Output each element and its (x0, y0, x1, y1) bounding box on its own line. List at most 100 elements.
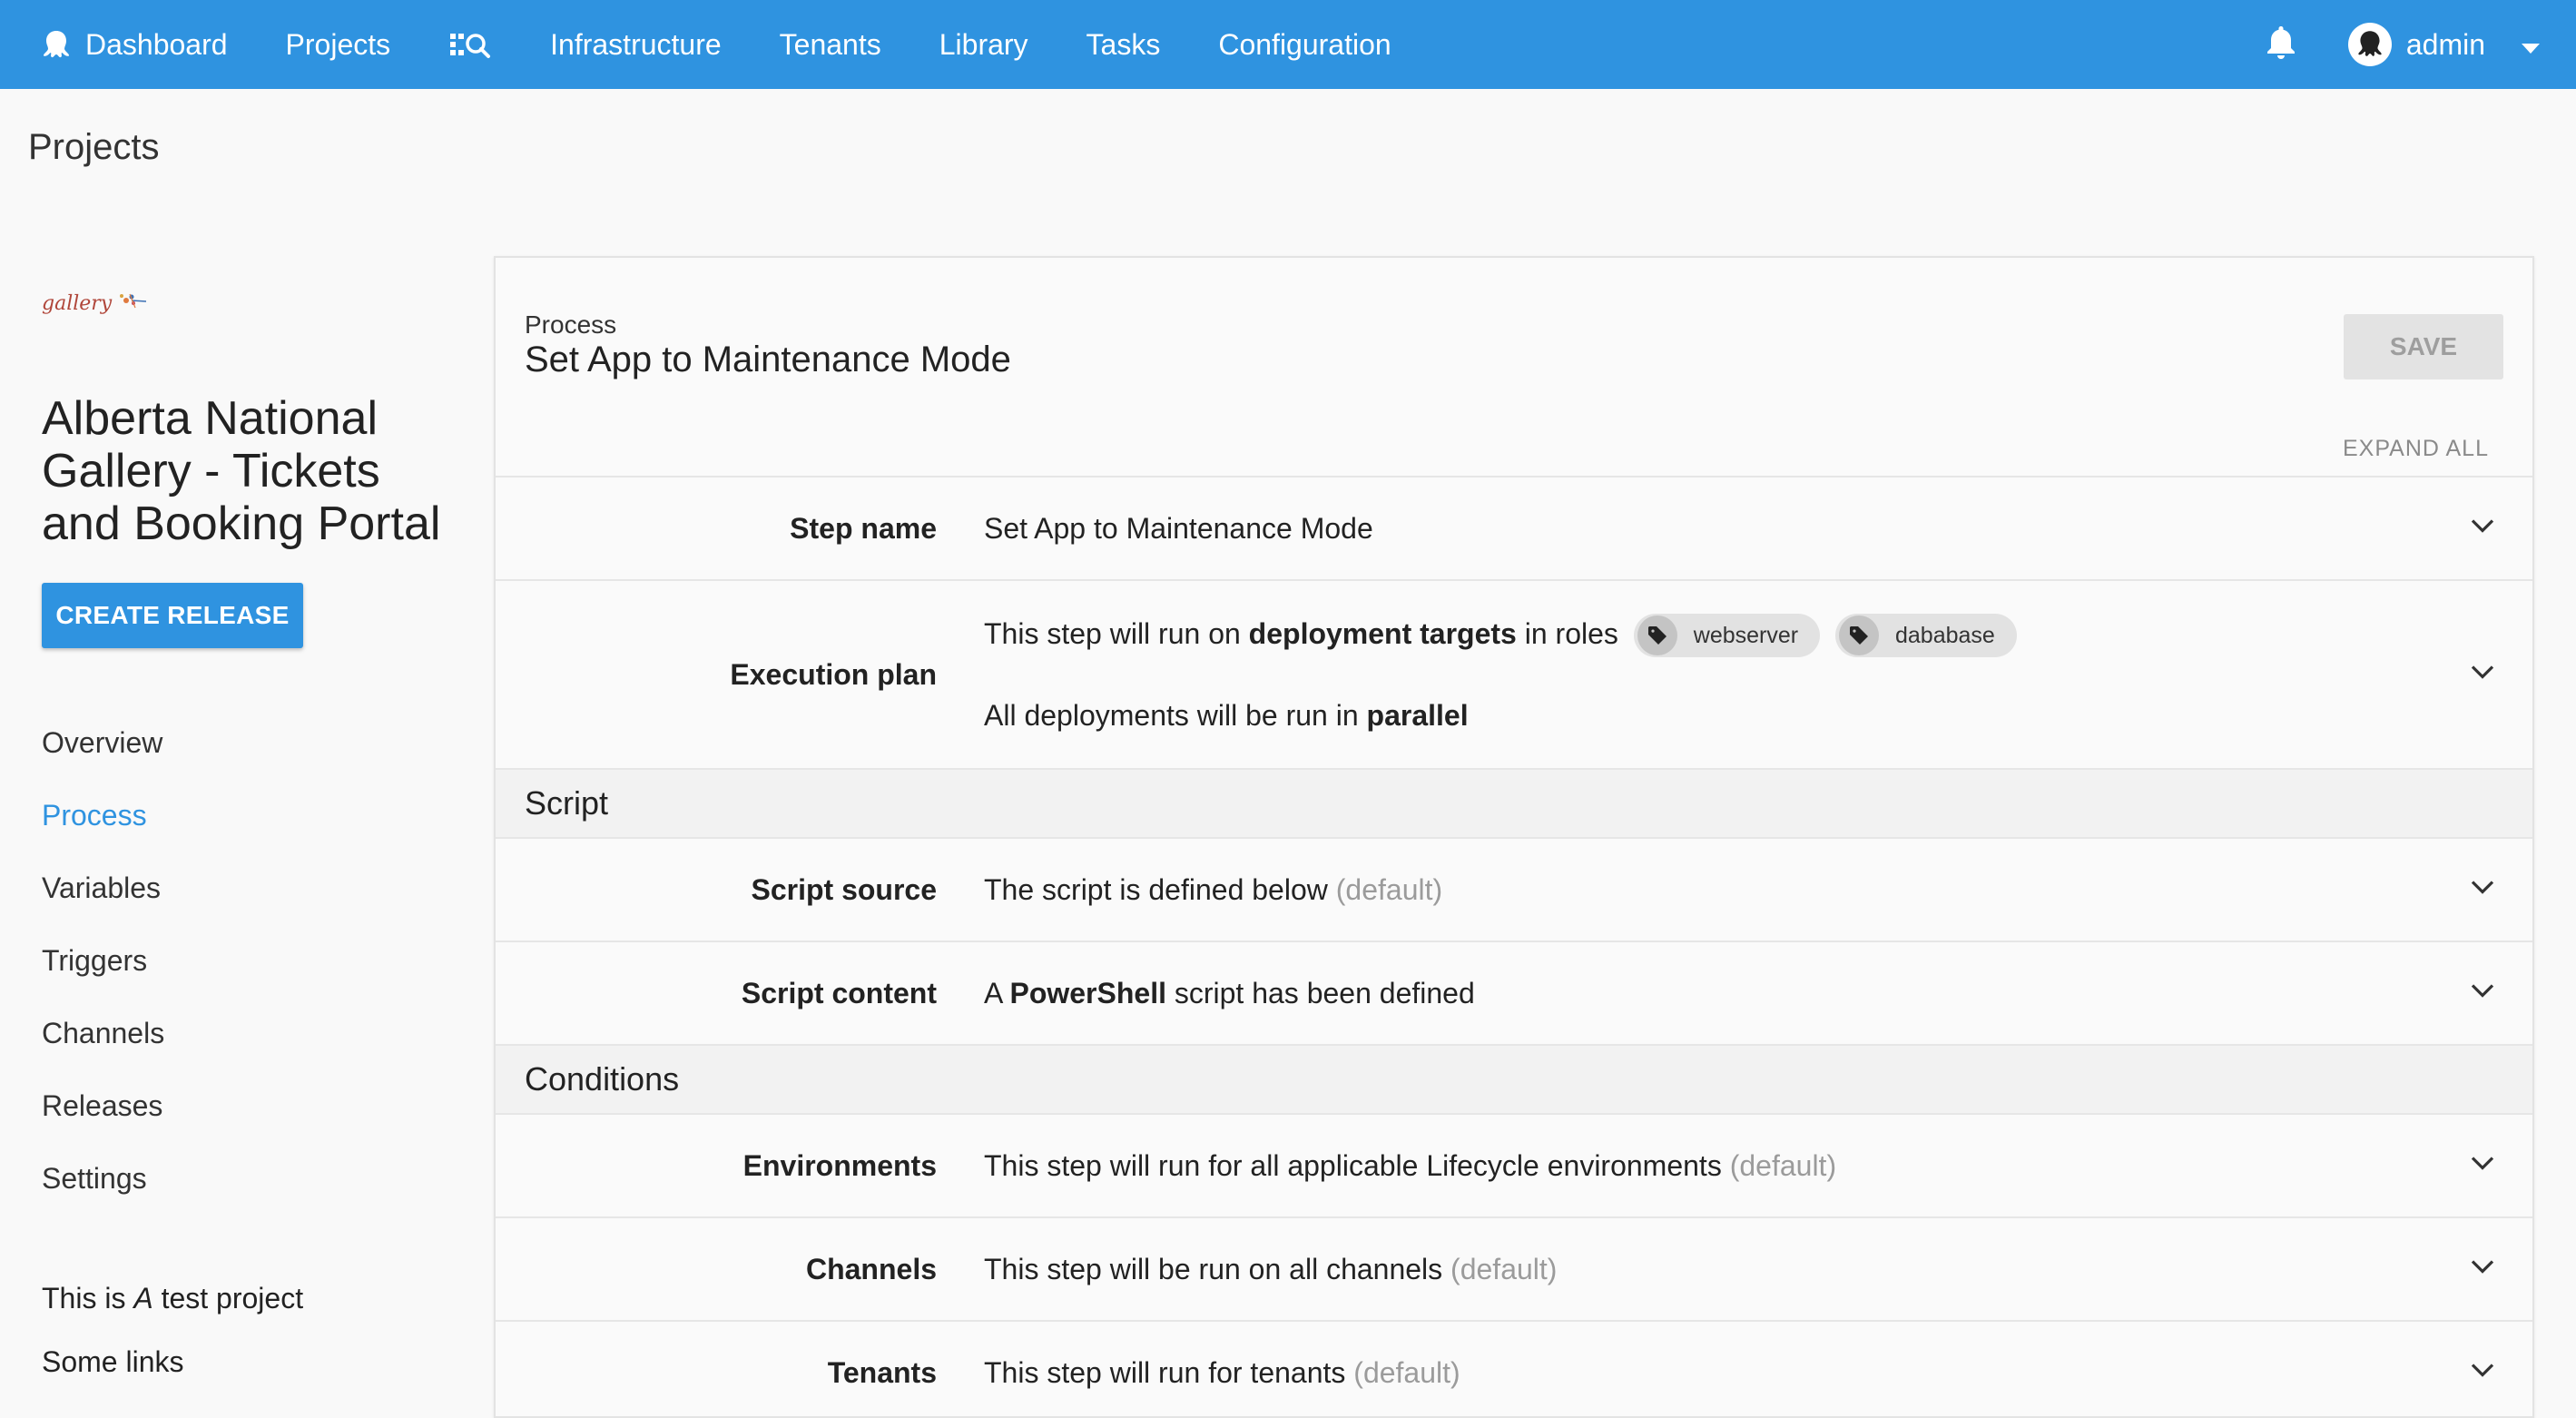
execution-plan-label: Execution plan (730, 657, 937, 691)
process-step-panel: Process Set App to Maintenance Mode SAVE… (494, 256, 2534, 1418)
default-hint: (default) (1729, 1148, 1837, 1182)
nav-infrastructure[interactable]: Infrastructure (521, 0, 751, 89)
project-side-menu: Overview Process Variables Triggers Chan… (42, 717, 164, 1226)
sidebar-item-overview[interactable]: Overview (42, 717, 164, 790)
nav-dashboard-label: Dashboard (85, 27, 228, 61)
environments-label: Environments (742, 1148, 937, 1182)
chevron-down-icon[interactable] (2471, 665, 2494, 684)
exec-line1-post: in roles (1516, 616, 1618, 650)
execution-plan-value: This step will run on deployment targets… (962, 612, 2532, 738)
project-logo: gallery (42, 283, 148, 323)
row-environments[interactable]: Environments This step will run for all … (496, 1113, 2532, 1216)
expand-all-button[interactable]: EXPAND ALL (2343, 436, 2489, 462)
step-name-value: Set App to Maintenance Mode (984, 511, 1373, 545)
exec-line1-pre: This step will run on (984, 616, 1249, 650)
step-rows: Step name Set App to Maintenance Mode Ex… (496, 476, 2532, 1416)
script-content-label: Script content (741, 976, 937, 1009)
desc-post: test project (152, 1282, 304, 1315)
nav-search[interactable] (419, 0, 521, 89)
tenants-label: Tenants (827, 1355, 937, 1389)
channels-label: Channels (805, 1252, 937, 1285)
nav-tasks-label: Tasks (1086, 27, 1161, 61)
environments-value: This step will run for all applicable Li… (962, 1149, 2532, 1183)
sidebar-item-process[interactable]: Process (42, 790, 164, 862)
sidebar-item-releases[interactable]: Releases (42, 1080, 164, 1153)
nav-projects[interactable]: Projects (257, 0, 420, 89)
notifications-button[interactable] (2232, 0, 2330, 89)
role-chip-label: webserver (1693, 623, 1799, 649)
default-hint: (default) (1450, 1252, 1558, 1285)
channels-value: This step will be run on all channels (d… (962, 1253, 2532, 1286)
sidebar-item-settings[interactable]: Settings (42, 1153, 164, 1226)
nav-infrastructure-label: Infrastructure (550, 27, 722, 61)
sidebar-item-variables[interactable]: Variables (42, 862, 164, 935)
panel-kicker: Process (525, 310, 617, 339)
row-step-name[interactable]: Step name Set App to Maintenance Mode (496, 476, 2532, 579)
exec-line1-bold: deployment targets (1248, 616, 1517, 650)
step-name-label: Step name (790, 511, 937, 545)
project-name: Alberta National Gallery - Tickets and B… (42, 392, 441, 550)
row-execution-plan[interactable]: Execution plan This step will run on dep… (496, 579, 2532, 768)
chevron-down-icon[interactable] (2471, 881, 2494, 900)
exec-line2-bold: parallel (1366, 699, 1469, 733)
script-source-value: The script is defined below (default) (962, 873, 2532, 907)
nav-tasks[interactable]: Tasks (1057, 0, 1190, 89)
project-logo-text: gallery (42, 291, 113, 315)
nav-projects-label: Projects (285, 27, 391, 61)
script-content-pre: A (984, 976, 1010, 1009)
section-script: Script (496, 768, 2532, 837)
avatar (2347, 23, 2392, 66)
sidebar-item-channels[interactable]: Channels (42, 1008, 164, 1080)
script-source-text: The script is defined below (984, 872, 1328, 906)
script-content-post: script has been defined (1165, 976, 1475, 1009)
create-release-button[interactable]: CREATE RELEASE (42, 583, 303, 648)
sparkle-icon (113, 290, 148, 318)
chevron-down-icon[interactable] (2471, 519, 2494, 538)
environments-text: This step will run for all applicable Li… (984, 1148, 1722, 1182)
save-button[interactable]: SAVE (2344, 314, 2503, 379)
top-navigation: Dashboard Projects Infrastructure Tenant… (0, 0, 2576, 89)
tenants-value: This step will run for tenants (default) (962, 1356, 2532, 1390)
tag-icon (1637, 615, 1677, 656)
desc-emphasis: A (133, 1282, 153, 1315)
chevron-down-icon[interactable] (2471, 1157, 2494, 1176)
channels-text: This step will be run on all channels (984, 1252, 1443, 1285)
nav-library[interactable]: Library (910, 0, 1057, 89)
some-links-text: Some links (42, 1345, 184, 1378)
page-title: Projects (28, 127, 160, 167)
chevron-down-icon[interactable] (2471, 1260, 2494, 1279)
project-description: This is A test project (42, 1282, 303, 1315)
nav-tenants-label: Tenants (779, 27, 881, 61)
tenants-text: This step will run for tenants (984, 1355, 1346, 1389)
user-menu[interactable]: admin (2330, 0, 2576, 89)
chevron-down-icon[interactable] (2471, 1364, 2494, 1383)
tag-icon (1839, 615, 1879, 656)
chevron-down-icon[interactable] (2471, 984, 2494, 1003)
role-chip-dababase[interactable]: dababase (1835, 614, 2017, 658)
execution-plan-line2: All deployments will be run in parallel (984, 694, 2532, 737)
default-hint: (default) (1353, 1355, 1460, 1389)
chevron-down-icon (2522, 28, 2540, 62)
search-icon (448, 30, 492, 59)
sidebar-item-triggers[interactable]: Triggers (42, 935, 164, 1008)
bell-icon (2265, 25, 2297, 65)
role-chip-label: dababase (1895, 623, 1995, 649)
row-script-source[interactable]: Script source The script is defined belo… (496, 837, 2532, 940)
default-hint: (default) (1335, 872, 1443, 906)
desc-pre: This is (42, 1282, 134, 1315)
nav-library-label: Library (939, 27, 1028, 61)
nav-tenants[interactable]: Tenants (751, 0, 910, 89)
script-content-value: A PowerShell script has been defined (962, 977, 2532, 1010)
nav-configuration-label: Configuration (1218, 27, 1391, 61)
role-chip-webserver[interactable]: webserver (1633, 614, 1821, 658)
nav-dashboard[interactable]: Dashboard (0, 0, 257, 89)
step-title: Set App to Maintenance Mode (525, 340, 1011, 379)
nav-right-group: admin (2232, 0, 2576, 89)
row-channels[interactable]: Channels This step will be run on all ch… (496, 1216, 2532, 1320)
exec-line2-pre: All deployments will be run in (984, 699, 1367, 733)
username: admin (2405, 27, 2485, 61)
row-script-content[interactable]: Script content A PowerShell script has b… (496, 940, 2532, 1044)
octopus-logo-icon (40, 28, 73, 61)
nav-configuration[interactable]: Configuration (1189, 0, 1420, 89)
script-source-label: Script source (751, 872, 937, 906)
